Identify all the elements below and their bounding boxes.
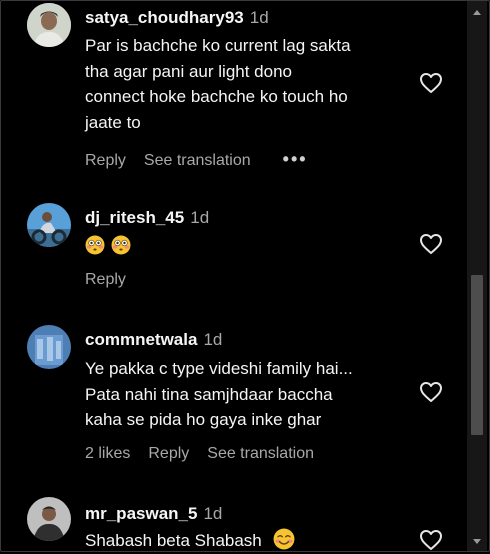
username[interactable]: satya_choudhary93	[85, 8, 244, 27]
comment-text-line: tha agar pani aur light dono	[85, 61, 292, 81]
more-options-icon[interactable]: •••	[283, 149, 308, 169]
comment-text-line: jaate to	[85, 112, 141, 132]
comment-actions: Reply See translation •••	[85, 149, 326, 170]
username[interactable]: commnetwala	[85, 330, 197, 349]
comment-text: Shabash beta Shabash	[85, 528, 405, 554]
comment-text-line: Shabash beta Shabash	[85, 531, 262, 550]
comment-time: 1d	[249, 8, 269, 27]
scrollbar[interactable]	[467, 1, 487, 551]
see-translation-button[interactable]: See translation	[144, 152, 251, 169]
avatar[interactable]	[27, 203, 71, 247]
comment-text-line: Pata nahi tina samjhdaar baccha	[85, 384, 333, 404]
avatar[interactable]	[27, 325, 71, 369]
triangle-up-icon[interactable]	[467, 5, 487, 19]
flushed-face-icon	[85, 235, 105, 255]
comment-text-line: connect hoke bachche ko touch ho	[85, 87, 348, 106]
comments-panel: satya_choudhary93 1d Par is bachche ko cu…	[0, 0, 490, 552]
comment-actions: 2 likes Reply See translation	[85, 445, 332, 463]
username[interactable]: mr_paswan_5	[85, 504, 197, 523]
comment-actions: Reply	[85, 271, 144, 289]
comment-text: Par is bachche ko current lag sakta tha …	[85, 33, 405, 135]
heart-icon[interactable]	[419, 233, 443, 255]
likes-count-link[interactable]: 2 likes	[85, 445, 130, 462]
comment-header: dj_ritesh_45 1d	[85, 207, 209, 229]
comment-text: Ye pakka c type videshi family hai... Pa…	[85, 356, 415, 433]
comment-time: 1d	[203, 504, 223, 523]
comment-time: 1d	[203, 330, 223, 349]
comment-header: mr_paswan_5 1d	[85, 503, 222, 525]
triangle-down-icon[interactable]	[467, 535, 487, 549]
avatar[interactable]	[27, 497, 71, 541]
see-translation-button[interactable]: See translation	[207, 445, 314, 462]
reply-button[interactable]: Reply	[148, 445, 189, 462]
heart-icon[interactable]	[419, 381, 443, 403]
comment-text-line: kaha se pida ho gaya inke ghar	[85, 410, 322, 429]
reply-button[interactable]: Reply	[85, 152, 126, 169]
flushed-face-icon	[111, 235, 131, 255]
heart-icon[interactable]	[419, 72, 443, 94]
smiling-face-icon	[273, 528, 294, 550]
comment-emojis	[85, 233, 405, 259]
comment-text-line: Par is bachche ko current lag sakta	[85, 36, 351, 55]
avatar[interactable]	[27, 3, 71, 47]
reply-button[interactable]: Reply	[85, 271, 126, 288]
comment-header: commnetwala 1d	[85, 329, 222, 351]
comment-time: 1d	[190, 208, 210, 227]
scrollbar-thumb[interactable]	[471, 275, 483, 435]
comment-text-line: Ye pakka c type videshi family hai...	[85, 359, 353, 378]
comment-header: satya_choudhary93 1d	[85, 7, 269, 29]
heart-icon[interactable]	[419, 529, 443, 551]
username[interactable]: dj_ritesh_45	[85, 208, 184, 227]
